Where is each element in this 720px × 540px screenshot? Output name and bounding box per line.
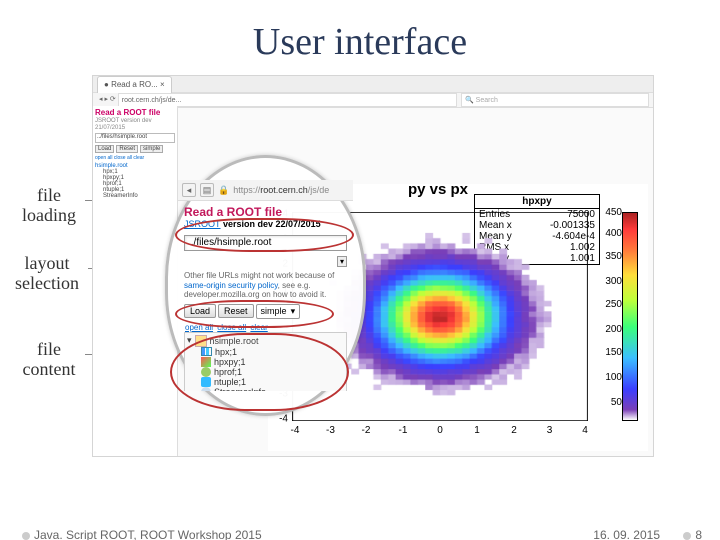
file-url-input[interactable]: ../files/hsimple.root — [184, 235, 347, 251]
hist2d-icon — [201, 357, 211, 367]
colorbar — [622, 212, 638, 421]
sidebar-file-input[interactable]: ../files/hsimple.root — [95, 133, 175, 143]
footer-text: Java. Script ROOT, ROOT Workshop 2015 — [34, 528, 262, 540]
url-field[interactable]: root.cern.ch/js/de... — [118, 93, 457, 107]
reset-button[interactable]: Reset — [218, 304, 254, 318]
ntuple-icon — [201, 377, 211, 387]
sidebar-version: JSROOT version dev 21/07/2015 — [95, 118, 152, 131]
clear-link[interactable]: clear — [250, 323, 267, 332]
open-all-link[interactable]: open all — [185, 323, 213, 332]
sidebar-reset-btn[interactable]: Reset — [116, 145, 138, 153]
info-icon — [201, 387, 211, 391]
callout-chrome: ◂ ▤ 🔒 https://root.cern.ch/js/de — [178, 180, 353, 201]
browser-tab[interactable]: ● Read a RO... × — [97, 76, 172, 93]
sidebar-load-btn[interactable]: Load — [95, 145, 114, 153]
policy-link[interactable]: same-origin security policy — [184, 281, 278, 290]
tab-bar: ● Read a RO... × — [93, 76, 653, 93]
lock-icon: 🔒 — [218, 185, 229, 196]
footer-date: 16. 09. 2015 — [593, 528, 660, 540]
tree-item[interactable]: hprof;1 — [187, 367, 344, 377]
jsroot-link[interactable]: JSROOT — [184, 219, 221, 229]
tree-item[interactable]: StreamerInfo — [95, 193, 175, 199]
file-tree: ▾hsimple.root hpx;1 hpxpy;1 hprof;1 ntup… — [184, 332, 347, 391]
callout-popup: ◂ ▤ 🔒 https://root.cern.ch/js/de Read a … — [165, 155, 366, 416]
colorbar-ticks: 50 100 150 200 250 300 350 400 450 — [594, 212, 622, 421]
search-field[interactable]: 🔍 Search — [461, 93, 649, 107]
tree-item[interactable]: hpxpy;1 — [187, 357, 344, 367]
anno-file-loading: fileloading — [15, 186, 83, 226]
callout-url[interactable]: https://root.cern.ch/js/de — [233, 185, 329, 195]
tree-links: open all close all clear — [184, 323, 347, 332]
footer-page: 8 — [695, 528, 702, 540]
sidebar-layout-sel[interactable]: simple — [140, 145, 163, 153]
page-icon[interactable]: ▤ — [200, 183, 214, 197]
stats-name: hpxpy — [475, 195, 599, 209]
tree-item[interactable]: ntuple;1 — [187, 377, 344, 387]
expand-icon[interactable]: ▾ — [187, 335, 192, 346]
load-button[interactable]: Load — [184, 304, 216, 318]
close-all-link[interactable]: close all — [217, 323, 246, 332]
dropdown-icon[interactable]: ▾ — [337, 256, 347, 267]
anno-layout-selection: layoutselection — [8, 254, 86, 294]
sidebar-links[interactable]: open all close all clear — [95, 155, 175, 161]
back-icon[interactable]: ◂ — [182, 183, 196, 197]
sidebar-title: Read a ROOT file — [95, 108, 175, 117]
callout-note: Other file URLs might not work because o… — [184, 271, 347, 300]
x-axis: -4 -3 -2 -1 0 1 2 3 4 — [292, 425, 588, 439]
profile-icon — [201, 367, 211, 377]
tree-root[interactable]: ▾hsimple.root — [187, 335, 344, 347]
slide-title: User interface — [0, 20, 720, 64]
tree-item[interactable]: StreamerInfo — [187, 387, 344, 391]
tree-item[interactable]: hpx;1 — [187, 347, 344, 357]
hist1d-icon — [201, 347, 212, 356]
layout-select[interactable]: simple▾ — [256, 304, 301, 319]
chevron-down-icon: ▾ — [291, 306, 296, 317]
anno-file-content: filecontent — [15, 340, 83, 380]
file-icon — [195, 335, 207, 347]
callout-title: Read a ROOT file — [184, 205, 347, 219]
callout-version: JSROOT version dev 22/07/2015 — [184, 219, 347, 229]
sidebar-tree: hsimple.root hpx;1 hpxpy;1 hprof;1 ntupl… — [95, 163, 175, 199]
